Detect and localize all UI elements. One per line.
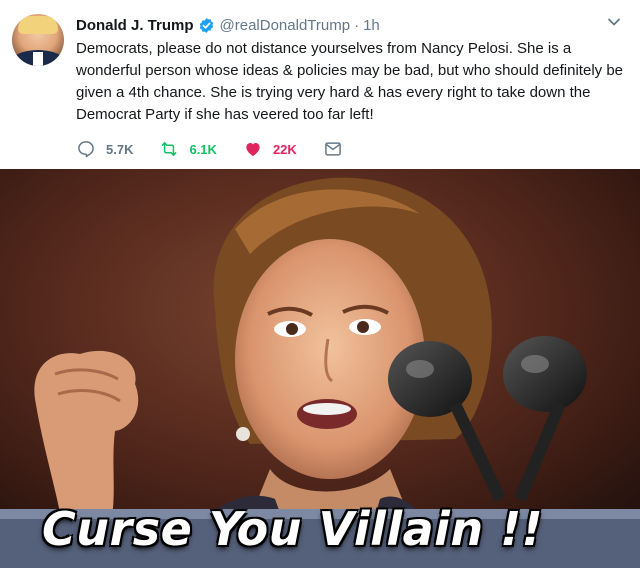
tweet-header: Donald J. Trump @realDonaldTrump · 1h bbox=[76, 14, 380, 36]
retweet-count: 6.1K bbox=[189, 141, 217, 157]
tweet: Donald J. Trump @realDonaldTrump · 1h De… bbox=[0, 0, 640, 568]
retweet-button[interactable]: 6.1K bbox=[159, 139, 217, 159]
direct-message-button[interactable] bbox=[323, 139, 353, 159]
like-count: 22K bbox=[272, 141, 297, 157]
tweet-text: Democrats, please do not distance yourse… bbox=[76, 40, 624, 123]
author-name[interactable]: Donald J. Trump bbox=[76, 17, 194, 34]
header-separator: · bbox=[354, 16, 360, 34]
author-handle[interactable]: @realDonaldTrump bbox=[220, 17, 351, 34]
tweet-actions: 5.7K 6.1K 22K bbox=[76, 138, 379, 160]
message-icon bbox=[324, 142, 341, 156]
timestamp[interactable]: 1h bbox=[363, 17, 380, 34]
reply-icon bbox=[78, 141, 94, 158]
verified-badge-icon bbox=[199, 17, 213, 33]
reply-button[interactable]: 5.7K bbox=[76, 139, 133, 159]
meme-caption: Curse You Villain !! bbox=[42, 502, 544, 556]
chevron-down-icon[interactable] bbox=[606, 14, 622, 30]
heart-icon bbox=[246, 143, 260, 157]
reply-count: 5.7K bbox=[106, 141, 134, 157]
retweet-icon bbox=[162, 142, 177, 156]
like-button[interactable]: 22K bbox=[243, 139, 297, 159]
avatar[interactable] bbox=[12, 14, 64, 66]
